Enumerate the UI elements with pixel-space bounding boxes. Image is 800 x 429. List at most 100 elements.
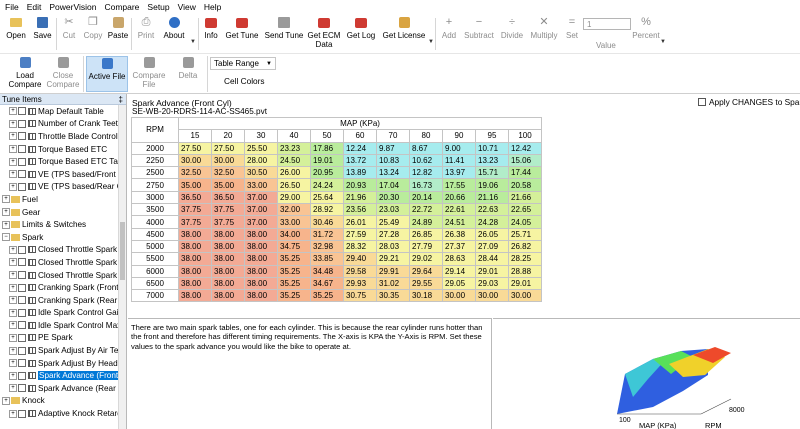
table-cell[interactable]: 35.25 — [310, 289, 344, 303]
table-cell[interactable]: 22.63 — [475, 203, 509, 217]
row-header[interactable]: 6500 — [131, 276, 179, 291]
table-cell[interactable]: 24.51 — [442, 215, 476, 229]
table-cell[interactable]: 34.67 — [310, 276, 344, 291]
table-cell[interactable]: 34.00 — [277, 227, 311, 241]
expand-toggle-icon[interactable]: + — [9, 245, 17, 254]
table-cell[interactable]: 38.00 — [244, 239, 278, 254]
table-cell[interactable]: 30.75 — [343, 289, 377, 303]
item-checkbox[interactable] — [18, 119, 26, 128]
table-cell[interactable]: 13.72 — [343, 153, 377, 168]
expand-toggle-icon[interactable]: + — [9, 258, 17, 267]
table-cell[interactable]: 23.23 — [277, 141, 311, 155]
table-cell[interactable]: 30.18 — [409, 289, 443, 303]
table-cell[interactable]: 20.58 — [508, 178, 542, 192]
load-compare-button[interactable]: Load Compare — [6, 56, 44, 92]
item-checkbox[interactable] — [18, 371, 26, 380]
multiply-button[interactable]: ✕ Multiply — [528, 16, 560, 52]
table-cell[interactable]: 36.50 — [211, 190, 245, 205]
pin-icon[interactable]: ‡ — [119, 95, 123, 104]
expand-toggle-icon[interactable]: + — [9, 119, 17, 128]
item-checkbox[interactable] — [18, 409, 26, 418]
item-checkbox[interactable] — [18, 321, 26, 330]
table-cell[interactable]: 34.48 — [310, 264, 344, 278]
table-cell[interactable]: 27.50 — [178, 141, 212, 155]
table-cell[interactable]: 29.01 — [475, 264, 509, 278]
open-button[interactable]: Open — [3, 16, 29, 52]
table-cell[interactable]: 38.00 — [211, 289, 245, 303]
table-cell[interactable]: 25.49 — [376, 215, 410, 229]
table-cell[interactable]: 27.37 — [442, 239, 476, 254]
tree-folder[interactable]: + Limits & Switches — [0, 218, 126, 231]
column-header[interactable]: 70 — [376, 129, 410, 143]
table-cell[interactable]: 30.46 — [310, 215, 344, 229]
table-cell[interactable]: 30.00 — [442, 289, 476, 303]
expand-toggle-icon[interactable]: + — [9, 271, 17, 280]
get-log-button[interactable]: Get Log — [344, 16, 378, 52]
expand-toggle-icon[interactable]: + — [9, 308, 17, 317]
table-cell[interactable]: 24.50 — [277, 153, 311, 168]
table-cell[interactable]: 33.00 — [244, 178, 278, 192]
column-header[interactable]: 50 — [310, 129, 344, 143]
table-cell[interactable]: 19.06 — [475, 178, 509, 192]
table-cell[interactable]: 38.00 — [178, 289, 212, 303]
add-button[interactable]: + Add — [438, 16, 460, 52]
column-header[interactable]: 90 — [442, 129, 476, 143]
table-cell[interactable]: 38.00 — [178, 227, 212, 241]
set-button[interactable]: = Set — [563, 16, 581, 52]
item-checkbox[interactable] — [18, 271, 26, 280]
expand-toggle-icon[interactable]: + — [9, 170, 17, 179]
expand-toggle-icon[interactable]: + — [9, 384, 17, 393]
divide-button[interactable]: ÷ Divide — [498, 16, 526, 52]
expand-toggle-icon[interactable]: + — [2, 396, 10, 405]
tree-folder[interactable]: + Gear — [0, 206, 126, 219]
table-cell[interactable]: 29.58 — [343, 264, 377, 278]
expand-toggle-icon[interactable]: + — [9, 296, 17, 305]
table-cell[interactable]: 37.75 — [178, 203, 212, 217]
tree-item[interactable]: + Torque Based ETC Table — [0, 155, 126, 168]
table-cell[interactable]: 19.01 — [310, 153, 344, 168]
expand-toggle-icon[interactable]: + — [9, 283, 17, 292]
table-cell[interactable]: 26.00 — [277, 166, 311, 180]
table-cell[interactable]: 13.24 — [376, 166, 410, 180]
table-cell[interactable]: 35.25 — [277, 252, 311, 266]
table-cell[interactable]: 25.64 — [310, 190, 344, 205]
table-cell[interactable]: 30.00 — [178, 153, 212, 168]
item-checkbox[interactable] — [18, 308, 26, 317]
item-checkbox[interactable] — [18, 346, 26, 355]
table-cell[interactable]: 26.50 — [277, 178, 311, 192]
item-checkbox[interactable] — [18, 384, 26, 393]
item-checkbox[interactable] — [18, 359, 26, 368]
tree-item[interactable]: + Closed Throttle Spark (Front Cyl) — [0, 244, 126, 257]
menu-powervision[interactable]: PowerVision — [49, 2, 96, 12]
row-header[interactable]: 3000 — [131, 190, 179, 205]
table-cell[interactable]: 29.64 — [409, 264, 443, 278]
expand-toggle-icon[interactable]: + — [9, 333, 17, 342]
row-header[interactable]: 2000 — [131, 141, 179, 155]
tree-item[interactable]: + Spark Advance (Rear Cyl) — [0, 382, 126, 395]
table-cell[interactable]: 28.00 — [244, 153, 278, 168]
menu-edit[interactable]: Edit — [27, 2, 42, 12]
table-cell[interactable]: 34.75 — [277, 239, 311, 254]
table-cell[interactable]: 32.50 — [178, 166, 212, 180]
table-cell[interactable]: 12.42 — [508, 141, 542, 155]
table-cell[interactable]: 36.50 — [178, 190, 212, 205]
table-cell[interactable]: 13.23 — [475, 153, 509, 168]
table-cell[interactable]: 29.14 — [442, 264, 476, 278]
tree-item[interactable]: + Map Default Table — [0, 105, 126, 118]
tree-item[interactable]: + Cranking Spark (Front Cyl) — [0, 281, 126, 294]
table-cell[interactable]: 27.09 — [475, 239, 509, 254]
table-cell[interactable]: 38.00 — [178, 264, 212, 278]
tree-item[interactable]: + Cranking Spark (Rear Cyl) — [0, 294, 126, 307]
row-header[interactable]: 2500 — [131, 166, 179, 180]
table-cell[interactable]: 33.00 — [277, 215, 311, 229]
row-header[interactable]: 4500 — [131, 227, 179, 241]
expand-toggle-icon[interactable]: + — [9, 145, 17, 154]
table-cell[interactable]: 20.14 — [409, 190, 443, 205]
table-cell[interactable]: 13.97 — [442, 166, 476, 180]
column-header[interactable]: 20 — [211, 129, 245, 143]
table-cell[interactable]: 35.00 — [211, 178, 245, 192]
row-header[interactable]: 6000 — [131, 264, 179, 278]
tree-item[interactable]: + PE Spark — [0, 332, 126, 345]
table-cell[interactable]: 30.00 — [508, 289, 542, 303]
expand-toggle-icon[interactable]: + — [9, 107, 17, 116]
